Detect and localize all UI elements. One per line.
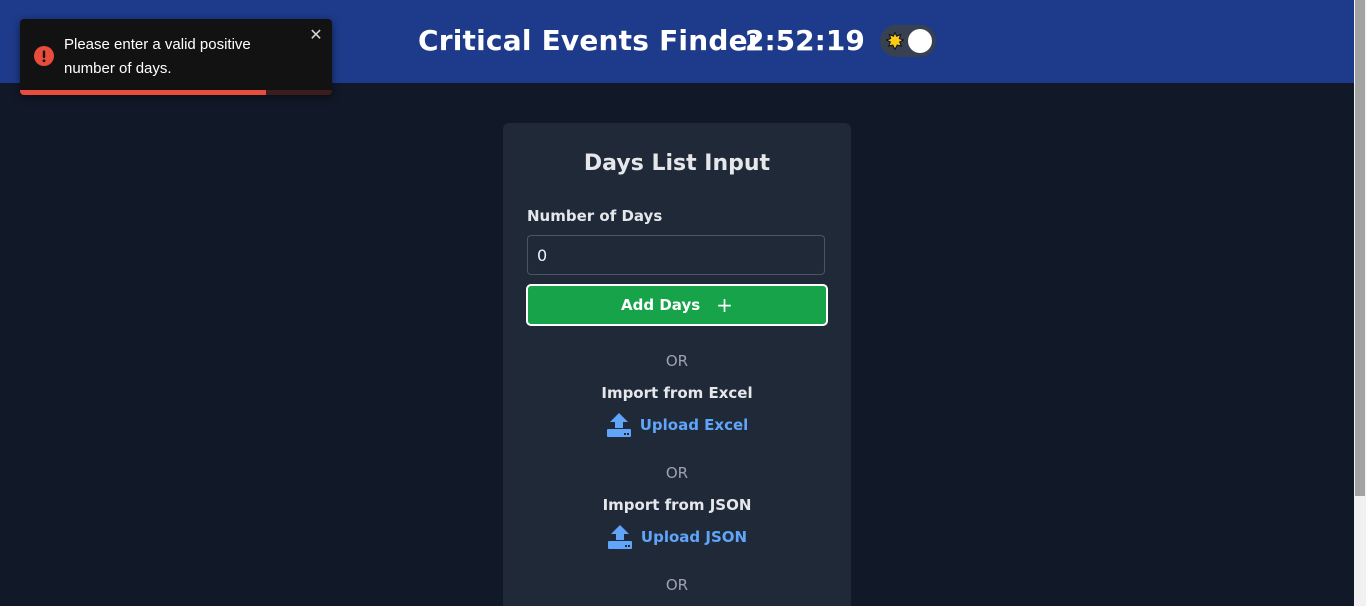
plus-icon: + <box>716 293 733 317</box>
or-divider: OR <box>665 576 689 594</box>
add-days-button-label: Add Days <box>621 296 701 314</box>
app-title: Critical Events Finder <box>418 24 762 57</box>
toggle-knob[interactable] <box>908 29 932 53</box>
close-icon[interactable]: ✕ <box>308 25 324 45</box>
or-divider: OR <box>665 352 689 370</box>
clock: 2:52:19 <box>745 24 865 57</box>
toast-message: Please enter a valid positive number of … <box>64 36 251 77</box>
sun-icon <box>886 32 904 50</box>
error-toast: Please enter a valid positive number of … <box>20 19 332 95</box>
card-title: Days List Input <box>583 151 771 176</box>
upload-json-button[interactable]: Upload JSON <box>503 524 851 550</box>
import-excel-label: Import from Excel <box>601 384 753 402</box>
scrollbar-thumb[interactable] <box>1355 0 1365 496</box>
upload-excel-button[interactable]: Upload Excel <box>503 412 851 438</box>
add-days-button[interactable]: Add Days + <box>526 284 828 326</box>
error-icon <box>34 46 54 66</box>
days-input[interactable] <box>527 235 825 275</box>
days-list-card: Days List Input Number of Days Add Days … <box>503 123 851 606</box>
toast-progress-bar <box>20 90 267 95</box>
upload-excel-label: Upload Excel <box>639 416 749 434</box>
upload-json-label: Upload JSON <box>640 528 748 546</box>
upload-icon <box>607 525 632 549</box>
or-divider: OR <box>665 464 689 482</box>
page: Critical Events Finder 2:52:19 Please en… <box>0 0 1366 606</box>
import-json-label: Import from JSON <box>602 496 752 514</box>
days-field-label: Number of Days <box>527 207 663 225</box>
upload-icon <box>606 413 631 437</box>
theme-toggle[interactable] <box>880 25 936 57</box>
